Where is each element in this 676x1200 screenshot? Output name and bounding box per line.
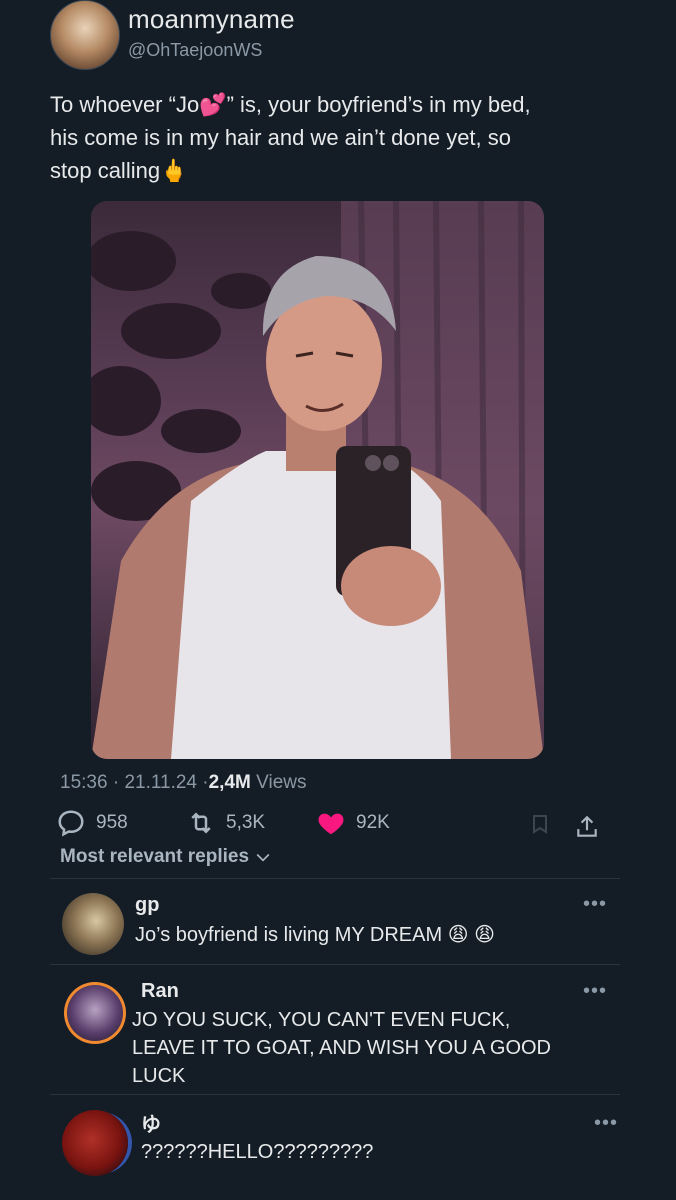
like-button[interactable]: 92K (316, 808, 390, 838)
repost-icon (191, 812, 211, 834)
reply-author-name[interactable]: ゆ (141, 1108, 161, 1137)
reply-avatar[interactable] (62, 1110, 128, 1176)
reply-button[interactable]: 958 (56, 808, 128, 838)
more-options-icon[interactable]: ••• (594, 1112, 618, 1135)
tweet-media-image[interactable] (91, 201, 544, 759)
reply-text: ??????HELLO????????? (141, 1141, 374, 1163)
bookmark-icon (533, 815, 547, 834)
reply-text: Jo’s boyfriend is living MY DREAM 😩 😩 (135, 924, 495, 946)
reply-avatar[interactable] (62, 893, 124, 955)
tweet-text: To whoever “Jo💕” is, your boyfriend’s in… (50, 88, 610, 187)
divider (50, 964, 620, 965)
reply-author-name[interactable]: Ran (141, 980, 179, 1003)
replies-sort-dropdown[interactable]: Most relevant replies (60, 846, 273, 868)
tweet-meta: 15:36 · 21.11.24 ·2,4M Views (60, 772, 307, 793)
tweet-date[interactable]: 21.11.24 (124, 772, 197, 793)
more-options-icon[interactable]: ••• (583, 980, 607, 1003)
views-label: Views (256, 772, 307, 793)
reply-author-name[interactable]: gp (135, 894, 159, 917)
reply-count: 958 (96, 812, 128, 833)
reply-avatar[interactable] (64, 982, 126, 1044)
like-count: 92K (356, 812, 390, 833)
share-button[interactable] (574, 814, 600, 840)
bookmark-button[interactable] (528, 812, 552, 836)
reply-text: JO YOU SUCK, YOU CAN'T EVEN FUCK, LEAVE … (132, 1009, 552, 1087)
tweet-text-part: To whoever “Jo (50, 92, 200, 117)
repost-count: 5,3K (226, 812, 266, 833)
two-hearts-emoji: 💕 (199, 92, 227, 117)
reply-icon (58, 810, 84, 837)
views-count: 2,4M (208, 772, 251, 793)
replies-sort-label: Most relevant replies (60, 846, 250, 867)
divider (50, 878, 620, 879)
author-display-name[interactable]: moanmyname (128, 4, 295, 35)
share-icon (577, 815, 597, 837)
middle-finger-emoji: 🖕 (160, 158, 188, 183)
divider (50, 1094, 620, 1095)
repost-button[interactable]: 5,3K (186, 808, 265, 838)
chevron-down-icon (256, 853, 270, 862)
heart-filled-icon (318, 813, 344, 835)
tweet-time[interactable]: 15:36 (60, 772, 108, 793)
author-avatar[interactable] (50, 0, 120, 70)
more-options-icon[interactable]: ••• (583, 893, 607, 916)
author-handle[interactable]: @OhTaejoonWS (128, 40, 262, 61)
illustration (91, 201, 544, 759)
